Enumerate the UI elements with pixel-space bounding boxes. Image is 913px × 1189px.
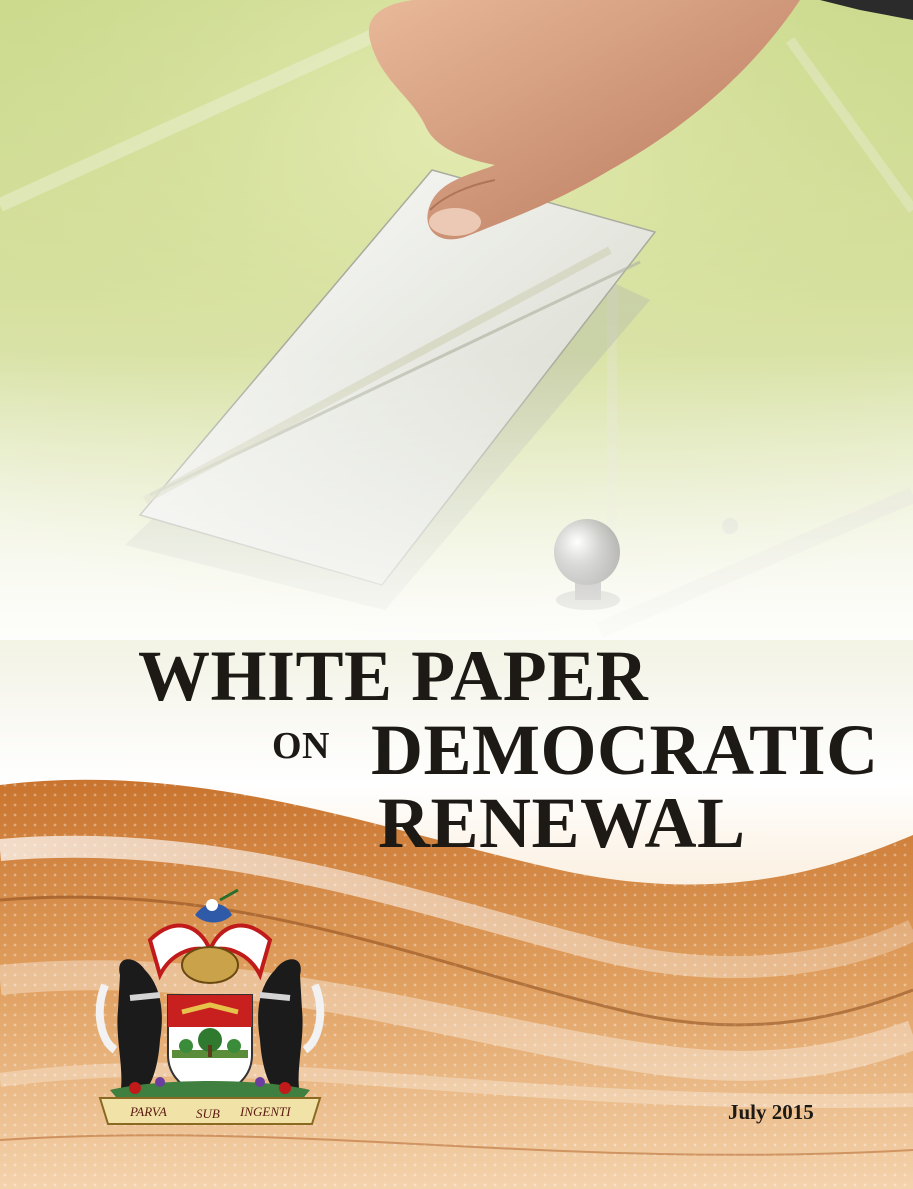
title-on: ON xyxy=(272,725,330,767)
title-line-1: WHITE PAPER xyxy=(138,636,649,716)
title-line-3: RENEWAL xyxy=(378,783,746,863)
title-block: WHITE PAPER ON DEMOCRATIC RENEWAL xyxy=(0,0,913,1189)
cover-page: PARVA SUB INGENTI WHITE PAPER ON DEMOCRA… xyxy=(0,0,913,1189)
title-line-2: DEMOCRATIC xyxy=(371,710,879,790)
publication-date: July 2015 xyxy=(728,1100,814,1124)
